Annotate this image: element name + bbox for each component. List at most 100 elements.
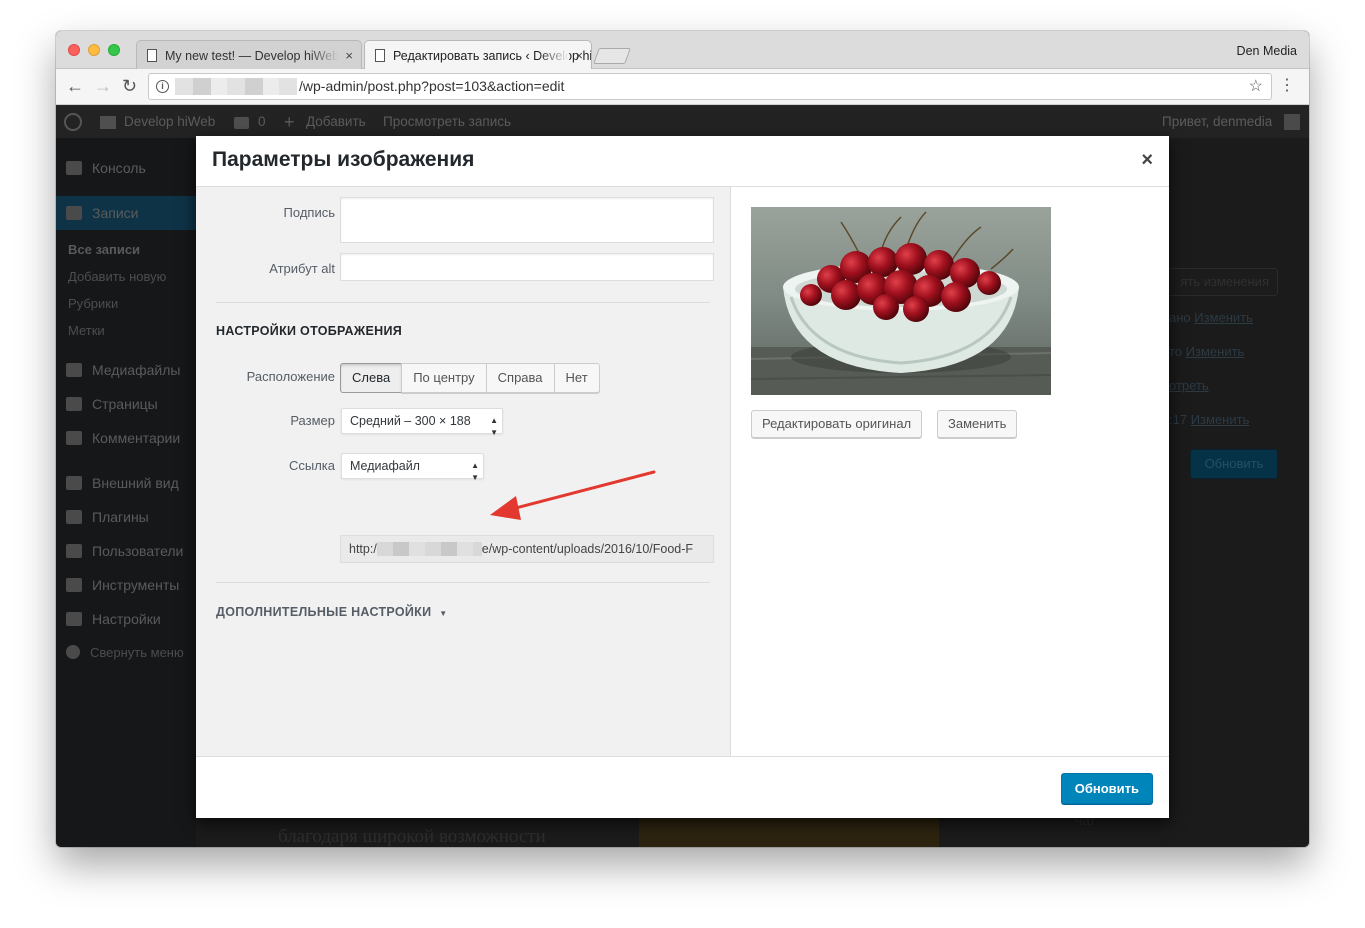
- sidebar-item-appearance[interactable]: Внешний вид: [66, 475, 179, 491]
- sidebar-item-users[interactable]: Пользователи: [66, 543, 183, 559]
- comment-icon: [234, 117, 249, 129]
- sidebar-sub-categories[interactable]: Рубрики: [68, 296, 118, 311]
- sidebar-item-media[interactable]: Медиафайлы: [66, 362, 180, 378]
- settings-icon: [66, 612, 82, 626]
- url-text: /wp-admin/post.php?post=103&action=edit: [299, 78, 565, 94]
- admin-add-new[interactable]: Добавить: [306, 106, 366, 138]
- size-select[interactable]: Средний – 300 × 188 ▲ ▼: [341, 408, 503, 437]
- profile-name[interactable]: Den Media: [1237, 44, 1297, 58]
- dashboard-icon: [66, 161, 82, 175]
- admin-comments-count[interactable]: 0: [258, 106, 266, 138]
- update-button[interactable]: Обновить: [1060, 773, 1153, 804]
- page-icon: [375, 49, 385, 62]
- background-line-1: ано Изменить: [1169, 310, 1253, 325]
- close-tab-icon[interactable]: ×: [345, 41, 353, 70]
- image-preview-panel: Редактировать оригинал Заменить: [731, 187, 1169, 756]
- align-right-button[interactable]: Справа: [485, 363, 555, 393]
- sidebar-item-tools[interactable]: Инструменты: [66, 577, 179, 593]
- size-select-value: Средний – 300 × 188: [350, 414, 471, 428]
- sidebar-item-console[interactable]: Консоль: [66, 160, 146, 176]
- browser-menu-icon[interactable]: ⋮: [1279, 78, 1295, 94]
- close-icon[interactable]: ×: [1141, 149, 1153, 172]
- address-bar[interactable]: i /wp-admin/post.php?post=103&action=edi…: [148, 73, 1272, 100]
- alt-label: Атрибут alt: [269, 261, 335, 276]
- sidebar-item-comments[interactable]: Комментарии: [66, 430, 180, 446]
- minimize-window-button[interactable]: [88, 44, 100, 56]
- reload-icon[interactable]: ↻: [122, 77, 137, 95]
- divider: [216, 302, 710, 303]
- advanced-settings-toggle[interactable]: ДОПОЛНИТЕЛЬНЫЕ НАСТРОЙКИ ▼: [216, 605, 447, 619]
- comment-icon: [66, 431, 82, 445]
- alt-input[interactable]: [340, 253, 714, 281]
- edit-original-button[interactable]: Редактировать оригинал: [751, 410, 923, 438]
- size-label: Размер: [290, 413, 335, 428]
- blurred-domain: [376, 542, 482, 556]
- tab-edit-post[interactable]: Редактировать запись ‹ Develop hiWeb ×: [364, 40, 592, 71]
- cherry-bowl-image: [751, 207, 1051, 395]
- tab-my-new-test[interactable]: My new test! — Develop hiWeb ×: [136, 40, 362, 70]
- sidebar-sub-all-posts[interactable]: Все записи: [68, 242, 140, 257]
- plus-icon: +: [284, 112, 295, 132]
- image-details-modal: Параметры изображения × Подпись Атрибут …: [196, 136, 1169, 818]
- admin-view-post[interactable]: Просмотреть запись: [383, 106, 511, 138]
- select-arrows-icon: ▲ ▼: [490, 416, 498, 437]
- align-button-group: Слева По центру Справа Нет: [340, 363, 600, 393]
- sidebar-sub-tags[interactable]: Метки: [68, 323, 105, 338]
- link-select-value: Медиафайл: [350, 459, 420, 473]
- modal-header: Параметры изображения ×: [196, 136, 1169, 187]
- sidebar-item-pages[interactable]: Страницы: [66, 396, 158, 412]
- divider: [216, 582, 710, 583]
- admin-site-name[interactable]: Develop hiWeb: [124, 106, 215, 138]
- replace-button[interactable]: Заменить: [937, 410, 1018, 438]
- image-preview: [751, 207, 1051, 395]
- modal-title: Параметры изображения: [212, 148, 475, 171]
- avatar[interactable]: [1284, 114, 1300, 130]
- forward-icon[interactable]: →: [94, 77, 112, 95]
- align-none-button[interactable]: Нет: [553, 363, 600, 393]
- close-window-button[interactable]: [68, 44, 80, 56]
- caption-label: Подпись: [283, 205, 335, 220]
- back-icon[interactable]: ←: [66, 77, 84, 95]
- background-line-3: отреть: [1169, 378, 1209, 393]
- align-center-button[interactable]: По центру: [401, 363, 487, 393]
- browser-window: My new test! — Develop hiWeb × Редактиро…: [56, 31, 1309, 847]
- page-icon: [147, 49, 157, 62]
- wp-admin-bar: Develop hiWeb 0 + Добавить Просмотреть з…: [56, 106, 1309, 138]
- background-save-changes: ять изменения: [1160, 268, 1278, 296]
- align-left-button[interactable]: Слева: [340, 363, 403, 393]
- triangle-down-icon: ▼: [439, 609, 448, 618]
- modal-footer: Обновить: [196, 756, 1169, 818]
- wordpress-logo-icon[interactable]: [64, 113, 82, 131]
- background-post-text: благодаря широкой возможности: [278, 826, 546, 847]
- sidebar-collapse-menu[interactable]: Свернуть меню: [66, 645, 184, 660]
- info-icon[interactable]: i: [156, 80, 169, 93]
- wp-admin-sidebar: Консоль Записи Все записи Добавить новую…: [56, 138, 196, 847]
- background-update-button: Обновить: [1190, 449, 1278, 479]
- zoom-window-button[interactable]: [108, 44, 120, 56]
- media-icon: [66, 363, 82, 377]
- select-arrows-icon: ▲ ▼: [471, 461, 479, 482]
- tab-strip: My new test! — Develop hiWeb × Редактиро…: [56, 31, 1309, 71]
- new-tab-button[interactable]: [593, 48, 631, 64]
- bookmark-star-icon[interactable]: ☆: [1249, 74, 1263, 99]
- user-icon: [66, 544, 82, 558]
- sidebar-item-posts[interactable]: Записи: [66, 205, 138, 221]
- link-select[interactable]: Медиафайл ▲ ▼: [341, 453, 484, 482]
- link-url-field[interactable]: http:/e/wp-content/uploads/2016/10/Food-…: [340, 535, 714, 563]
- close-tab-icon[interactable]: ×: [575, 41, 583, 71]
- sidebar-sub-add-new[interactable]: Добавить новую: [68, 269, 166, 284]
- sidebar-item-settings[interactable]: Настройки: [66, 611, 161, 627]
- align-label: Расположение: [246, 369, 335, 384]
- home-icon: [100, 116, 116, 129]
- image-settings-panel: Подпись Атрибут alt НАСТРОЙКИ ОТОБРАЖЕНИ…: [196, 187, 731, 756]
- brush-icon: [66, 476, 82, 490]
- browser-toolbar: ← → ↻ i /wp-admin/post.php?post=103&acti…: [56, 69, 1309, 105]
- background-image: [639, 818, 939, 847]
- collapse-icon: [66, 645, 80, 659]
- sidebar-item-plugins[interactable]: Плагины: [66, 509, 149, 525]
- caption-textarea[interactable]: [340, 197, 714, 243]
- annotation-arrow: [490, 470, 656, 520]
- plugin-icon: [66, 510, 82, 524]
- admin-greeting[interactable]: Привет, denmedia: [1162, 106, 1272, 138]
- page-icon: [66, 397, 82, 411]
